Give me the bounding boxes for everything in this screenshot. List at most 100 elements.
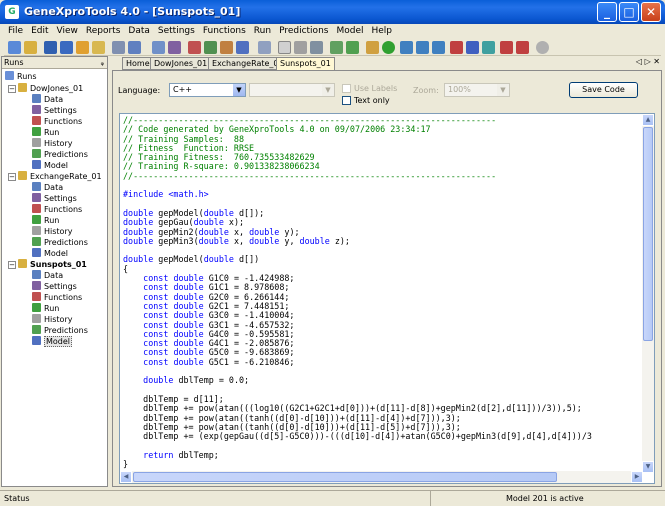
scroll-right-icon[interactable]: ▶	[631, 471, 643, 483]
tree-item-model[interactable]: Model	[32, 160, 68, 171]
run-node-sunspots[interactable]: Sunspots_01	[18, 259, 87, 270]
open-icon[interactable]	[24, 41, 37, 54]
run-icon	[32, 303, 41, 312]
save-icon[interactable]	[44, 41, 57, 54]
menu-run[interactable]: Run	[250, 24, 275, 38]
tree-item-history[interactable]: History	[32, 138, 72, 149]
vertical-scroll-thumb[interactable]	[643, 127, 653, 341]
export-icon[interactable]	[92, 41, 105, 54]
run-node-exchangerate[interactable]: ExchangeRate_01	[18, 171, 102, 182]
model-icon[interactable]	[236, 41, 249, 54]
tab-navigation[interactable]: ◁ ▷ ✕	[636, 57, 660, 66]
run-node-dowjones[interactable]: DowJones_01	[18, 83, 83, 94]
tab-sunspots[interactable]: Sunspots_01	[276, 57, 335, 70]
preview-icon[interactable]	[128, 41, 141, 54]
maximize-button[interactable]: □	[619, 2, 639, 22]
chart-icon[interactable]	[330, 41, 343, 54]
tree-item-data[interactable]: Data	[32, 182, 63, 193]
save-all-icon[interactable]	[60, 41, 73, 54]
scroll-down-icon[interactable]: ▼	[642, 461, 654, 473]
tree-item-history[interactable]: History	[32, 226, 72, 237]
tree-item-run[interactable]: Run	[32, 127, 59, 138]
tree-icon[interactable]	[258, 41, 271, 54]
tab-home[interactable]: Home	[122, 57, 154, 70]
close-button[interactable]: ✕	[641, 2, 661, 22]
print-icon[interactable]	[112, 41, 125, 54]
vertical-scrollbar[interactable]: ▲ ▼	[642, 114, 654, 473]
help-icon[interactable]	[536, 41, 549, 54]
folder-icon[interactable]	[76, 41, 89, 54]
menu-predictions[interactable]: Predictions	[275, 24, 332, 38]
chart2-icon[interactable]	[346, 41, 359, 54]
expander-icon[interactable]: −	[8, 173, 16, 181]
tree-item-model[interactable]: Model	[32, 248, 68, 259]
data-icon[interactable]	[152, 41, 165, 54]
menu-edit[interactable]: Edit	[27, 24, 52, 38]
settings-icon	[32, 281, 41, 290]
code-line: dblTemp += (exp(gepGau((d[5]-G5C0)))-(((…	[123, 431, 592, 442]
report2-icon[interactable]	[466, 41, 479, 54]
tab-dowjones[interactable]: DowJones_01	[150, 57, 212, 70]
horizontal-scroll-thumb[interactable]	[133, 472, 557, 482]
runs-icon	[5, 71, 14, 80]
pin-icon[interactable]: ᵩ	[101, 57, 104, 69]
tree-item-functions[interactable]: Functions	[32, 204, 82, 215]
grid-icon[interactable]	[400, 41, 413, 54]
tree-item-predictions[interactable]: Predictions	[32, 325, 88, 336]
horizontal-scrollbar[interactable]: ◀ ▶	[120, 471, 643, 483]
run-icon[interactable]	[204, 41, 217, 54]
tree-item-run[interactable]: Run	[32, 215, 59, 226]
tree-item-functions[interactable]: Functions	[32, 292, 82, 303]
menu-functions[interactable]: Functions	[199, 24, 250, 38]
menu-file[interactable]: File	[4, 24, 27, 38]
report1-icon[interactable]	[450, 41, 463, 54]
report4-icon[interactable]	[500, 41, 513, 54]
report5-icon[interactable]	[516, 41, 529, 54]
scroll-up-icon[interactable]: ▲	[642, 114, 654, 126]
page-icon[interactable]	[278, 41, 291, 54]
brush-icon[interactable]	[366, 41, 379, 54]
folder-icon	[18, 259, 27, 268]
tree-item-history[interactable]: History	[32, 314, 72, 325]
secondary-select: ▼	[249, 83, 335, 97]
history-icon	[32, 314, 41, 323]
expander-icon[interactable]: −	[8, 261, 16, 269]
functions-icon[interactable]	[188, 41, 201, 54]
save-code-button[interactable]: Save Code	[569, 82, 638, 98]
wand-icon[interactable]	[310, 41, 323, 54]
tree-item-functions[interactable]: Functions	[32, 116, 82, 127]
chevron-down-icon[interactable]: ▼	[233, 84, 245, 96]
network-icon[interactable]	[416, 41, 429, 54]
text-only-checkbox[interactable]	[342, 96, 351, 105]
language-select[interactable]: C++ ▼	[169, 83, 246, 97]
menu-help[interactable]: Help	[368, 24, 397, 38]
code-text[interactable]: //--------------------------------------…	[120, 114, 643, 473]
menu-data[interactable]: Data	[124, 24, 154, 38]
tree-root[interactable]: Runs	[5, 71, 37, 82]
tree-item-settings[interactable]: Settings	[32, 105, 77, 116]
layout-icon[interactable]	[432, 41, 445, 54]
menu-model[interactable]: Model	[332, 24, 367, 38]
code-editor[interactable]: //--------------------------------------…	[119, 113, 655, 484]
add-icon[interactable]	[382, 41, 395, 54]
tree-item-settings[interactable]: Settings	[32, 281, 77, 292]
scroll-left-icon[interactable]: ◀	[120, 471, 132, 483]
tree-item-settings[interactable]: Settings	[32, 193, 77, 204]
tree-item-data[interactable]: Data	[32, 94, 63, 105]
tree-item-model-selected[interactable]: Model	[32, 336, 73, 347]
minimize-button[interactable]: _	[597, 2, 617, 22]
tree-item-predictions[interactable]: Predictions	[32, 237, 88, 248]
settings-icon	[32, 193, 41, 202]
settings-icon[interactable]	[168, 41, 181, 54]
report3-icon[interactable]	[482, 41, 495, 54]
expander-icon[interactable]: −	[8, 85, 16, 93]
tree-item-run[interactable]: Run	[32, 303, 59, 314]
menu-settings[interactable]: Settings	[154, 24, 199, 38]
new-icon[interactable]	[8, 41, 21, 54]
tree-item-data[interactable]: Data	[32, 270, 63, 281]
menu-reports[interactable]: Reports	[82, 24, 125, 38]
history-icon[interactable]	[220, 41, 233, 54]
gear-icon[interactable]	[294, 41, 307, 54]
menu-view[interactable]: View	[53, 24, 82, 38]
tree-item-predictions[interactable]: Predictions	[32, 149, 88, 160]
